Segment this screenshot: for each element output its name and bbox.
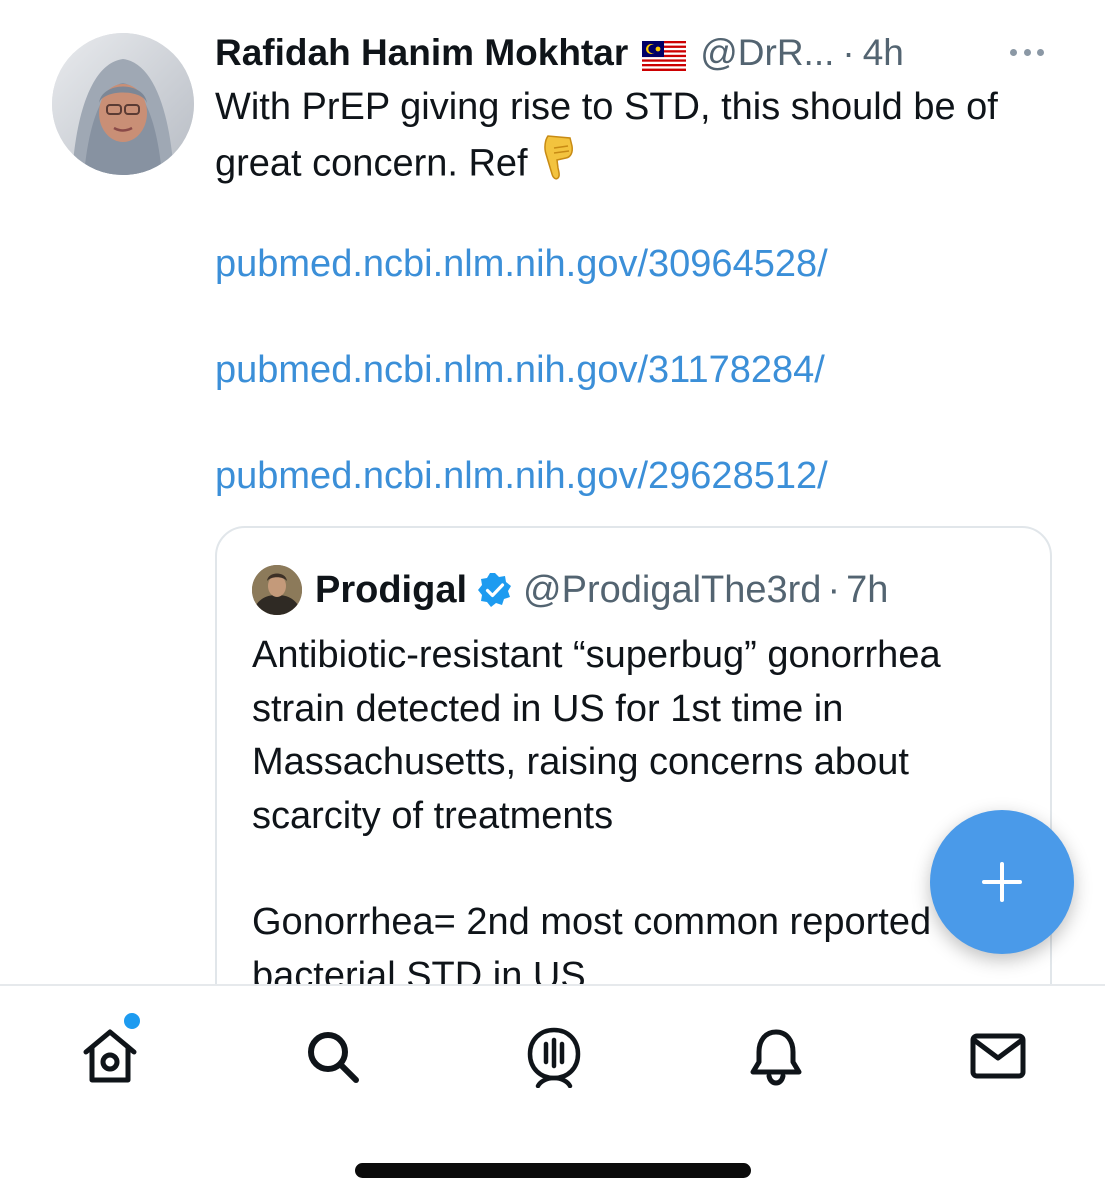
author-name[interactable]: Rafidah Hanim Mokhtar bbox=[215, 32, 628, 74]
home-icon bbox=[83, 1029, 137, 1083]
envelope-icon bbox=[970, 1033, 1026, 1079]
backhand-index-pointing-down-icon bbox=[542, 134, 576, 197]
separator-dot: · bbox=[842, 32, 855, 73]
quoted-paragraph-1: Antibiotic-resistant “superbug” gonorrhe… bbox=[252, 634, 941, 837]
tweet-text: With PrEP giving rise to STD, this shoul… bbox=[215, 86, 998, 185]
quoted-author-handle[interactable]: @ProdigalThe3rd bbox=[523, 569, 821, 612]
author-avatar[interactable] bbox=[52, 33, 194, 175]
quoted-author-avatar[interactable] bbox=[252, 565, 302, 615]
bell-icon bbox=[750, 1029, 802, 1086]
quoted-tweet-header: Prodigal @ProdigalThe3rd · 7h bbox=[315, 564, 888, 616]
avatar-photo bbox=[52, 33, 194, 175]
quoted-tweet-body: Antibiotic-resistant “superbug” gonorrhe… bbox=[252, 629, 1012, 1003]
home-indicator-bar[interactable] bbox=[355, 1163, 751, 1178]
more-options-icon[interactable] bbox=[1010, 32, 1044, 72]
quoted-tweet-card[interactable]: Prodigal @ProdigalThe3rd · 7h Antibiotic… bbox=[215, 526, 1052, 1046]
malaysia-flag-icon bbox=[642, 38, 687, 71]
compose-tweet-button[interactable] bbox=[930, 810, 1074, 954]
quoted-author-name[interactable]: Prodigal bbox=[315, 569, 467, 612]
quoted-avatar-photo bbox=[252, 565, 302, 615]
tweet-body: With PrEP giving rise to STD, this shoul… bbox=[215, 80, 1055, 197]
tweet-time[interactable]: 4h bbox=[863, 32, 904, 74]
home-new-items-badge bbox=[122, 1011, 142, 1031]
tab-notifications[interactable] bbox=[744, 1024, 808, 1088]
search-icon bbox=[308, 1032, 359, 1083]
tab-spaces[interactable] bbox=[522, 1024, 586, 1089]
tab-search[interactable] bbox=[300, 1024, 364, 1088]
pubmed-link-2[interactable]: pubmed.ncbi.nlm.nih.gov/31178284/ bbox=[215, 349, 825, 392]
spaces-icon bbox=[527, 1027, 581, 1089]
quoted-separator-dot: · bbox=[827, 568, 841, 611]
quoted-tweet-time[interactable]: 7h bbox=[846, 569, 888, 612]
tab-messages[interactable] bbox=[966, 1024, 1030, 1088]
verified-badge-icon bbox=[477, 572, 513, 608]
pubmed-link-1[interactable]: pubmed.ncbi.nlm.nih.gov/30964528/ bbox=[215, 243, 828, 286]
plus-icon bbox=[982, 862, 1022, 902]
author-handle[interactable]: @DrR... bbox=[700, 32, 834, 74]
tab-home[interactable] bbox=[78, 1024, 142, 1088]
pubmed-link-3[interactable]: pubmed.ncbi.nlm.nih.gov/29628512/ bbox=[215, 455, 828, 498]
tweet-header: Rafidah Hanim Mokhtar @DrR... · 4h bbox=[215, 30, 1075, 76]
